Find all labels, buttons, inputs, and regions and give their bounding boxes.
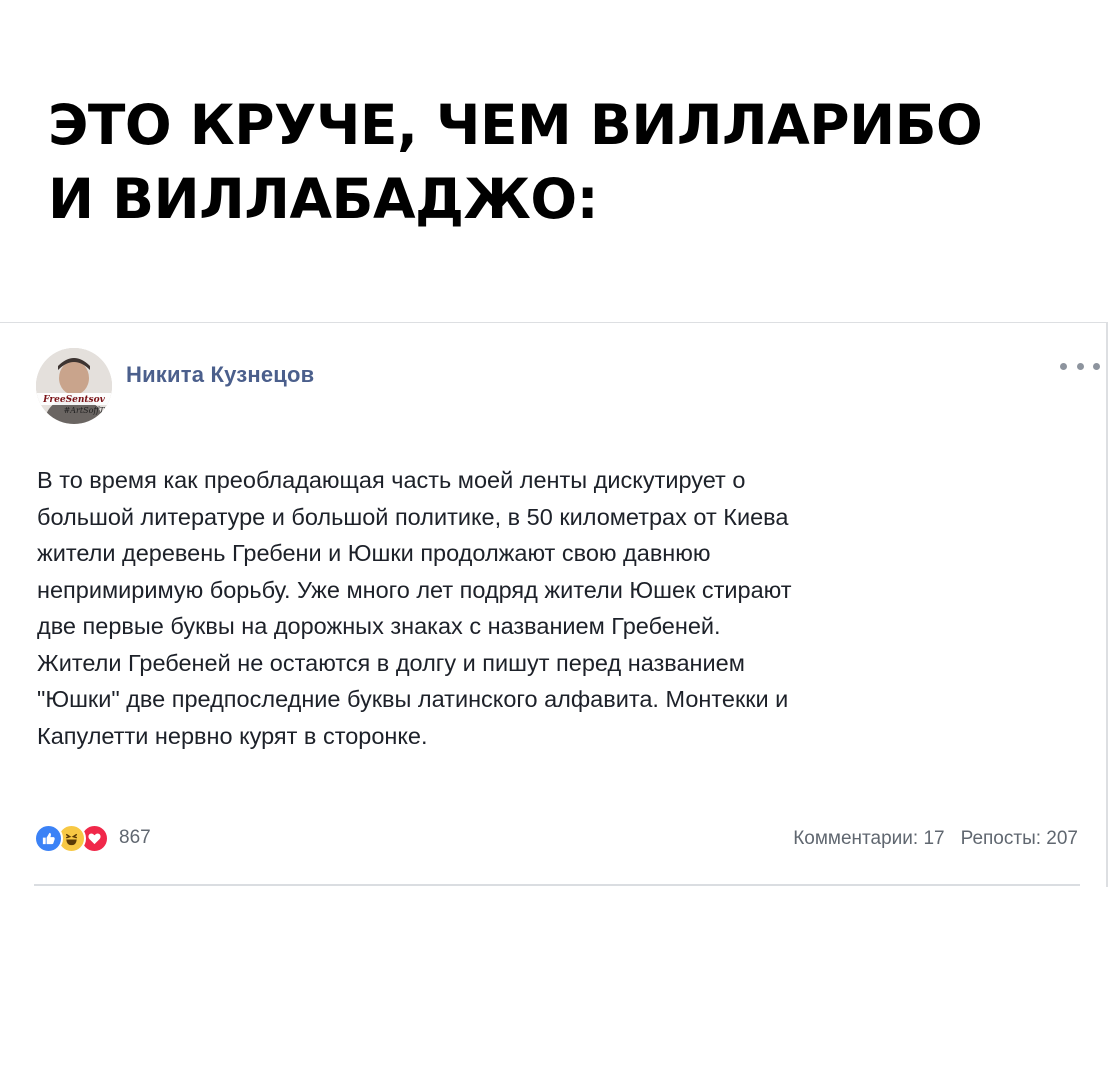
post-author-name[interactable]: Никита Кузнецов bbox=[126, 362, 314, 388]
reactions-summary[interactable]: 867 bbox=[34, 823, 151, 853]
reactions-count: 867 bbox=[119, 827, 151, 848]
like-icon bbox=[34, 823, 63, 853]
avatar-caption-line-1: FreeSentsov bbox=[42, 395, 105, 405]
post-text: В то время как преобладающая часть моей … bbox=[37, 462, 1087, 754]
post-text-line: непримиримую борьбу. Уже много лет подря… bbox=[37, 576, 792, 603]
avatar-image: FreeSentsov #ArtSoffT bbox=[36, 348, 112, 424]
post-stats: Комментарии: 17 Репосты: 207 bbox=[793, 828, 1078, 850]
reposts-count-link[interactable]: Репосты: 207 bbox=[961, 828, 1078, 850]
divider bbox=[34, 884, 1080, 886]
post-text-line: большой литературе и большой политике, в… bbox=[37, 503, 789, 530]
post-text-line: В то время как преобладающая часть моей … bbox=[37, 467, 746, 493]
meme-caption-line-1: ЭТО КРУЧЕ, ЧЕМ ВИЛЛАРИБО bbox=[48, 93, 983, 157]
post-text-line: жители деревень Гребени и Юшки продолжаю… bbox=[37, 540, 711, 566]
post-text-line: "Юшки" две предпоследние буквы латинског… bbox=[37, 686, 789, 712]
post-text-line: Жители Гребеней не остаются в долгу и пи… bbox=[37, 649, 745, 676]
more-options-icon[interactable] bbox=[1060, 356, 1100, 376]
meme-caption: ЭТО КРУЧЕ, ЧЕМ ВИЛЛАРИБО И ВИЛЛАБАДЖО: bbox=[48, 88, 1058, 236]
comments-count-link[interactable]: Комментарии: 17 bbox=[793, 828, 944, 850]
avatar[interactable]: FreeSentsov #ArtSoffT bbox=[36, 348, 112, 424]
avatar-caption-line-2: #ArtSoffT bbox=[64, 406, 105, 415]
post-text-line: Капулетти нервно курят в сторонке. bbox=[37, 722, 428, 749]
post-text-line: две первые буквы на дорожных знаках с на… bbox=[37, 613, 721, 639]
meme-caption-line-2: И ВИЛЛАБАДЖО: bbox=[48, 167, 599, 231]
